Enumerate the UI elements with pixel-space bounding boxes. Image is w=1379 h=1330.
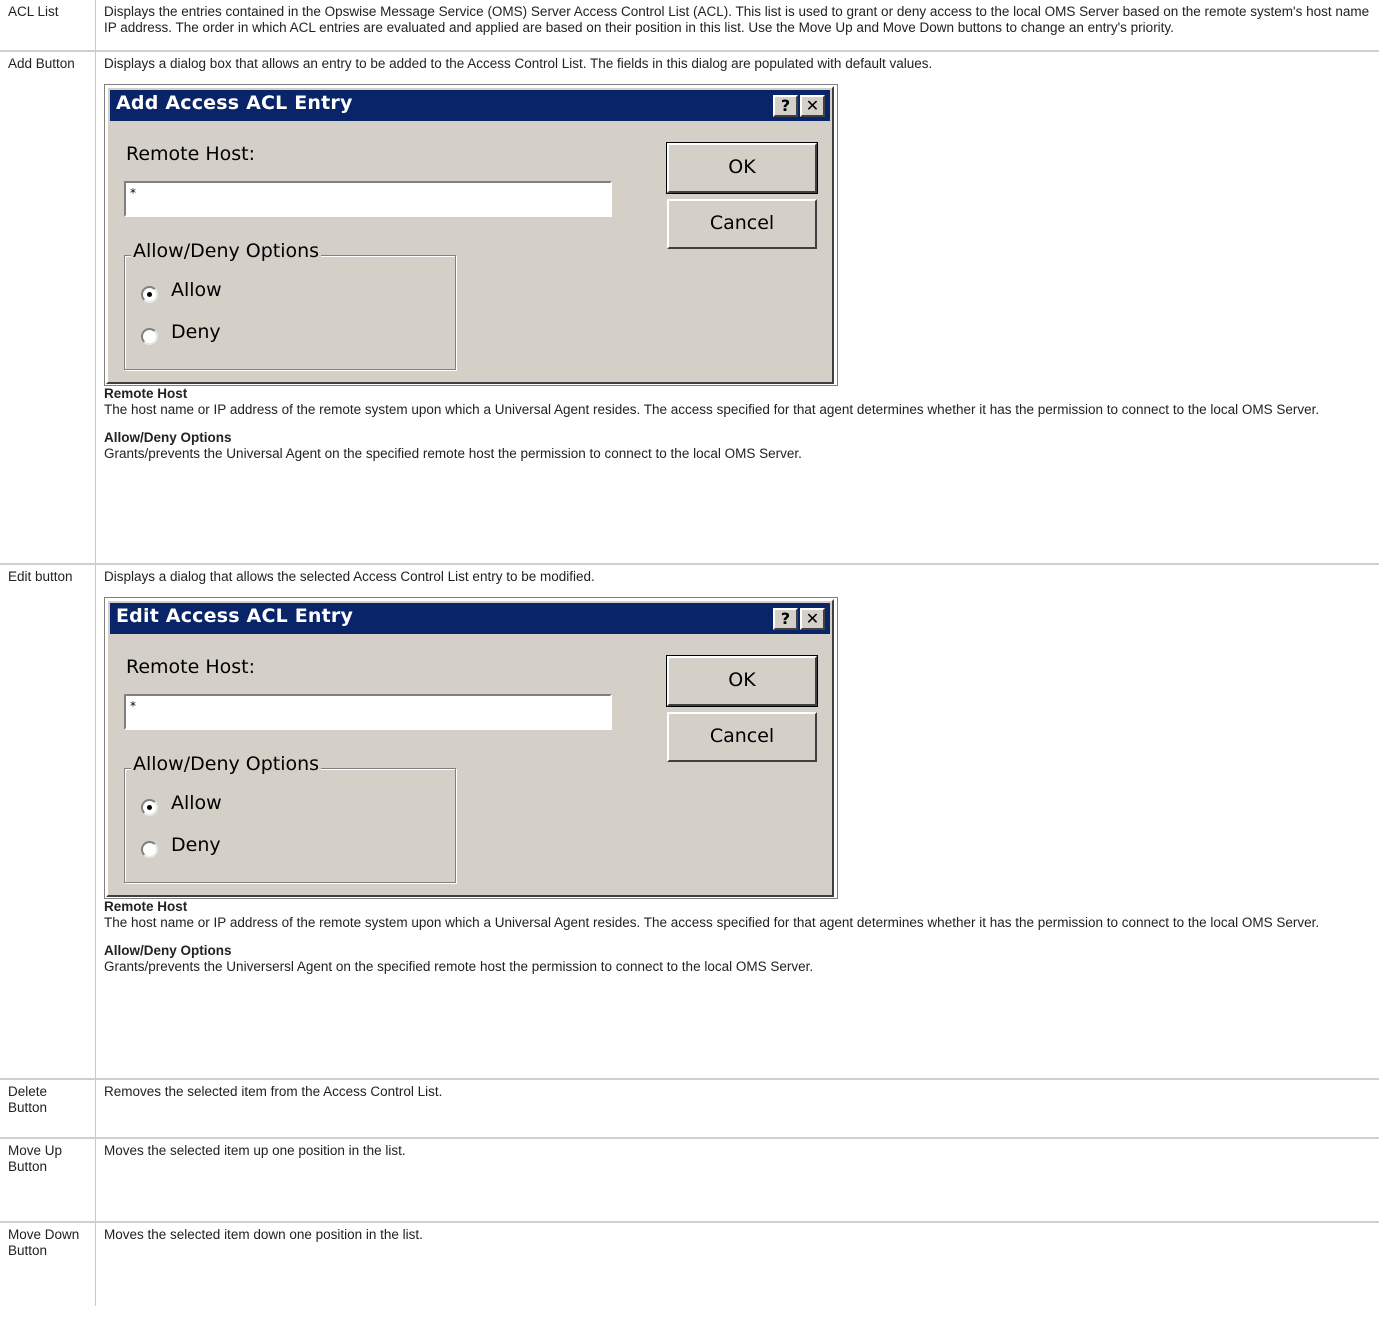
desc-edit-button-cell: Displays a dialog that allows the select… <box>95 563 1379 1079</box>
close-icon: ✕ <box>805 96 820 115</box>
allow-deny-options-legend: Allow/Deny Options <box>131 753 322 775</box>
table-row-move-up-button: Move Up Button Moves the selected item u… <box>0 1137 1379 1222</box>
term-add-button: Add Button <box>0 50 96 564</box>
cancel-button[interactable]: Cancel <box>667 712 817 762</box>
field-name-allow-deny: Allow/Deny Options <box>104 943 232 958</box>
desc-acl-list: Displays the entries contained in the Op… <box>104 4 1370 35</box>
deny-radio-label[interactable]: Deny <box>171 323 221 342</box>
deny-radio[interactable] <box>141 328 158 345</box>
dialog-title: Edit Access ACL Entry <box>116 605 354 627</box>
field-name-remote-host: Remote Host <box>104 899 188 914</box>
close-button[interactable]: ✕ <box>800 608 825 630</box>
field-desc-remote-host: The host name or IP address of the remot… <box>104 915 1320 930</box>
term-edit-button: Edit button <box>0 563 96 1079</box>
desc-move-up-button: Moves the selected item up one position … <box>95 1137 1379 1222</box>
term-move-down-button: Move Down Button <box>0 1221 96 1306</box>
help-button[interactable]: ? <box>773 608 798 630</box>
remote-host-label: Remote Host: <box>126 143 256 165</box>
desc-add-button: Displays a dialog box that allows an ent… <box>104 56 933 71</box>
table-row-acl-list: ACL List Displays the entries contained … <box>0 0 1379 51</box>
edit-dialog-screenshot: Edit Access ACL Entry ? ✕ Remote Host: *… <box>104 597 838 899</box>
dialog-titlebar: Add Access ACL Entry ? ✕ <box>110 90 830 121</box>
table-row-add-button: Add Button Displays a dialog box that al… <box>0 50 1379 564</box>
cancel-button[interactable]: Cancel <box>667 199 817 249</box>
ok-button[interactable]: OK <box>666 142 818 194</box>
allow-radio[interactable] <box>141 799 158 816</box>
table-row-edit-button: Edit button Displays a dialog that allow… <box>0 563 1379 1079</box>
ok-button[interactable]: OK <box>666 655 818 707</box>
help-icon: ? <box>780 96 791 115</box>
help-icon: ? <box>780 609 791 628</box>
desc-edit-button: Displays a dialog that allows the select… <box>104 569 595 584</box>
help-button[interactable]: ? <box>773 95 798 117</box>
field-name-remote-host: Remote Host <box>104 386 188 401</box>
field-reference-table: ACL List Displays the entries contained … <box>0 0 1379 1306</box>
field-desc-allow-deny: Grants/prevents the Universal Agent on t… <box>104 446 802 461</box>
desc-add-button-cell: Displays a dialog box that allows an ent… <box>95 50 1379 564</box>
remote-host-input[interactable]: * <box>124 694 612 730</box>
allow-radio[interactable] <box>141 286 158 303</box>
term-move-up-button: Move Up Button <box>0 1137 96 1222</box>
allow-radio-label[interactable]: Allow <box>171 794 222 813</box>
term-delete-button: Delete Button <box>0 1078 96 1138</box>
remote-host-label: Remote Host: <box>126 656 256 678</box>
deny-radio[interactable] <box>141 841 158 858</box>
remote-host-input[interactable]: * <box>124 181 612 217</box>
edit-acl-entry-dialog: Edit Access ACL Entry ? ✕ Remote Host: *… <box>106 599 834 897</box>
add-acl-entry-dialog: Add Access ACL Entry ? ✕ Remote Host: * … <box>106 86 834 384</box>
table-row-move-down-button: Move Down Button Moves the selected item… <box>0 1221 1379 1306</box>
field-desc-allow-deny: Grants/prevents the Universersl Agent on… <box>104 959 814 974</box>
close-button[interactable]: ✕ <box>800 95 825 117</box>
allow-deny-options-legend: Allow/Deny Options <box>131 240 322 262</box>
deny-radio-label[interactable]: Deny <box>171 836 221 855</box>
desc-move-down-button: Moves the selected item down one positio… <box>95 1221 1379 1306</box>
term-acl-list: ACL List <box>0 0 96 51</box>
allow-deny-options-group: Allow/Deny Options Allow Deny <box>124 242 456 370</box>
field-name-allow-deny: Allow/Deny Options <box>104 430 232 445</box>
allow-deny-options-group: Allow/Deny Options Allow Deny <box>124 755 456 883</box>
dialog-title: Add Access ACL Entry <box>116 92 353 114</box>
close-icon: ✕ <box>805 609 820 628</box>
allow-radio-label[interactable]: Allow <box>171 281 222 300</box>
dialog-titlebar: Edit Access ACL Entry ? ✕ <box>110 603 830 634</box>
add-dialog-screenshot: Add Access ACL Entry ? ✕ Remote Host: * … <box>104 84 838 386</box>
field-desc-remote-host: The host name or IP address of the remot… <box>104 402 1320 417</box>
desc-delete-button: Removes the selected item from the Acces… <box>95 1078 1379 1138</box>
table-row-delete-button: Delete Button Removes the selected item … <box>0 1078 1379 1138</box>
